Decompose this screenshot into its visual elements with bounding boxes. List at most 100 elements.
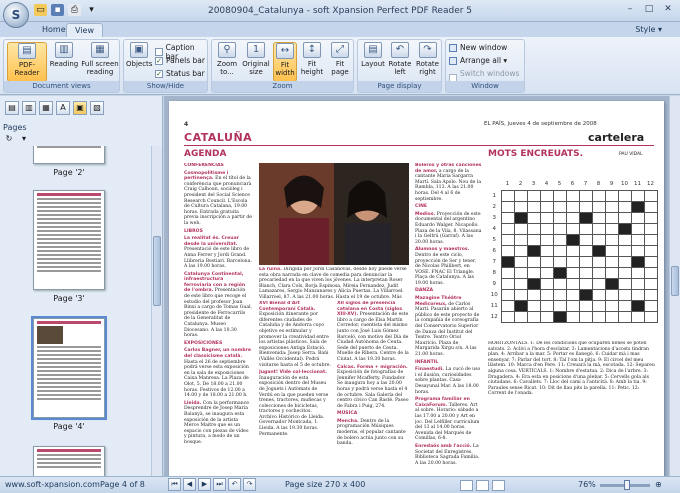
objects-button[interactable]: ▣ Objects	[126, 42, 152, 68]
crossword-row-number: 12	[490, 313, 498, 320]
forward-icon[interactable]: ↷	[243, 478, 256, 491]
zoom-in-icon[interactable]: ⊕	[655, 480, 662, 489]
crossword-cell	[604, 200, 619, 213]
crossword-cell	[513, 211, 528, 224]
crossword-cell	[500, 211, 515, 224]
tab-view[interactable]: View	[66, 23, 103, 37]
first-page-icon[interactable]: ⏮	[168, 478, 181, 491]
crossword-cell	[591, 299, 606, 312]
close-button[interactable]: ✕	[660, 3, 676, 16]
page-thumbnail-2[interactable]	[33, 146, 105, 164]
agenda-entry: LIBROS	[184, 229, 252, 235]
crossword-cell	[604, 211, 619, 224]
crossword-cell	[539, 288, 554, 301]
scrollbar-thumb[interactable]	[671, 266, 679, 296]
crossword-cell	[591, 255, 606, 268]
crossword-cell	[604, 277, 619, 290]
zoom-to-button[interactable]: ⚲ Zoom to...	[215, 42, 239, 76]
crossword-row-number: 6	[492, 247, 497, 254]
crossword-cell	[513, 244, 528, 257]
crossword-cell	[578, 222, 593, 235]
crossword-cell	[630, 233, 645, 246]
full-screen-reading-button[interactable]: ▦ Full screen reading	[81, 42, 119, 76]
crossword-column-number: 1	[505, 181, 510, 188]
new-window-button[interactable]: New window	[449, 43, 507, 52]
back-icon[interactable]: ↶	[228, 478, 241, 491]
crossword-cell	[643, 189, 658, 202]
minimize-button[interactable]: –	[622, 3, 638, 16]
next-page-icon[interactable]: ▶	[198, 478, 211, 491]
previous-page-icon[interactable]: ◀	[183, 478, 196, 491]
arrange-all-button[interactable]: Arrange all ▾	[449, 56, 507, 65]
rotate-right-button[interactable]: ↷ Rotate right	[414, 42, 441, 76]
last-page-icon[interactable]: ⏭	[213, 478, 226, 491]
agenda-entry: Catalunya Continental, infraestructura f…	[184, 272, 252, 339]
panels-bar-check-icon: ✓	[155, 56, 163, 65]
pdf-reader-button[interactable]: ▤ PDF-Reader	[7, 42, 47, 82]
continuous-icon[interactable]	[492, 480, 505, 491]
agenda-column-3: XII siglos de presencia catalana en Cost…	[337, 301, 409, 476]
ribbon-tabs: Home View	[0, 22, 680, 37]
scrollbar-thumb[interactable]	[153, 236, 161, 306]
reading-icon: ▥	[55, 42, 73, 58]
zoom-slider-knob[interactable]	[624, 480, 630, 490]
crossword-cell	[630, 299, 645, 312]
crossword-cell	[617, 299, 632, 312]
fit-height-button[interactable]: ↕ Fit height	[299, 42, 325, 76]
document-scrollbar[interactable]	[669, 96, 680, 476]
crossword-cell	[500, 189, 515, 202]
agenda-entry-text: Talleres. Art al sobre. Horario: sábado …	[415, 402, 480, 442]
single-page-icon[interactable]	[460, 480, 473, 491]
search-panel-icon[interactable]: ▧	[90, 101, 104, 115]
thumbnail-caption: Page '3'	[53, 294, 85, 303]
status-bar-checkbox[interactable]: ✓ Status bar	[155, 69, 205, 78]
layout-icon: ▤	[364, 42, 382, 58]
crossword-column-number: 6	[570, 181, 575, 188]
layout-button[interactable]: ▤ Layout	[360, 42, 386, 68]
agenda-entry-heading: MÚSICA	[337, 411, 358, 417]
agenda-entry: Jugant! Vide col·leccionat. Inauguración…	[259, 370, 331, 437]
agenda-entry: Alumnos y maestros. Dentro de este ciclo…	[415, 247, 483, 286]
style-menu[interactable]: Style ▾	[635, 25, 662, 34]
crossword-cell	[513, 189, 528, 202]
reading-button[interactable]: ▥ Reading	[49, 42, 79, 68]
app-menu-button[interactable]: S	[3, 2, 29, 28]
crossword-cell	[526, 233, 541, 246]
document-view[interactable]: 4 EL PAÍS, jueves 4 de septiembre de 200…	[164, 96, 669, 476]
panel-options-icon[interactable]: ▾	[18, 133, 30, 144]
agenda-entry-text: En el títol de la conferència que pronun…	[184, 176, 252, 226]
crossword-cell	[539, 200, 554, 213]
agenda-entry: INFANTIL	[415, 360, 483, 366]
page-thumbnail-5[interactable]	[33, 446, 105, 476]
image-panel-icon[interactable]: ▣	[73, 101, 87, 115]
fit-width-button[interactable]: ↔ Fit width	[273, 42, 297, 82]
thumbnail-scrollbar[interactable]	[151, 146, 162, 476]
rotate-page-icon[interactable]: ↻	[3, 133, 15, 144]
website-link[interactable]: www.soft-xpansion.com	[5, 480, 100, 489]
crossword-cell	[643, 211, 658, 224]
page-header-date: EL PAÍS, jueves 4 de septiembre de 2008	[484, 121, 597, 127]
crossword-cell	[539, 299, 554, 312]
zoom-level: 76%	[578, 480, 596, 489]
page-thumbnail-4[interactable]	[31, 316, 107, 420]
crossword-column-number: 3	[531, 181, 536, 188]
agenda-column-2: XVI Bienal d'Art Contemporani Català. Ex…	[259, 301, 331, 476]
attachments-icon[interactable]: ▦	[39, 101, 53, 115]
fit-page-button[interactable]: ⤢ Fit page	[327, 42, 353, 76]
page-info: Page 4 of 8	[100, 480, 145, 489]
group-label-document-views: Document views	[4, 81, 119, 92]
bookmarks-icon[interactable]: ▥	[22, 101, 36, 115]
crossword-row-number: 11	[490, 302, 498, 309]
new-window-icon	[449, 43, 457, 52]
agenda-entry: Cosmopolitisme i pertinença. En el títol…	[184, 171, 252, 227]
panels-bar-checkbox[interactable]: ✓ Panels bar	[155, 56, 205, 65]
pages-panel-icon[interactable]: ▤	[5, 101, 19, 115]
rotate-left-button[interactable]: ↶ Rotate left	[387, 42, 413, 76]
page-thumbnail-3[interactable]	[33, 190, 105, 290]
text-icon[interactable]: A	[56, 101, 70, 115]
cartelera-heading: cartelera	[588, 131, 645, 144]
maximize-button[interactable]: □	[641, 3, 657, 16]
two-page-icon[interactable]	[476, 480, 489, 491]
zoom-slider[interactable]	[600, 480, 650, 490]
original-size-button[interactable]: 1 Original size	[241, 42, 271, 76]
